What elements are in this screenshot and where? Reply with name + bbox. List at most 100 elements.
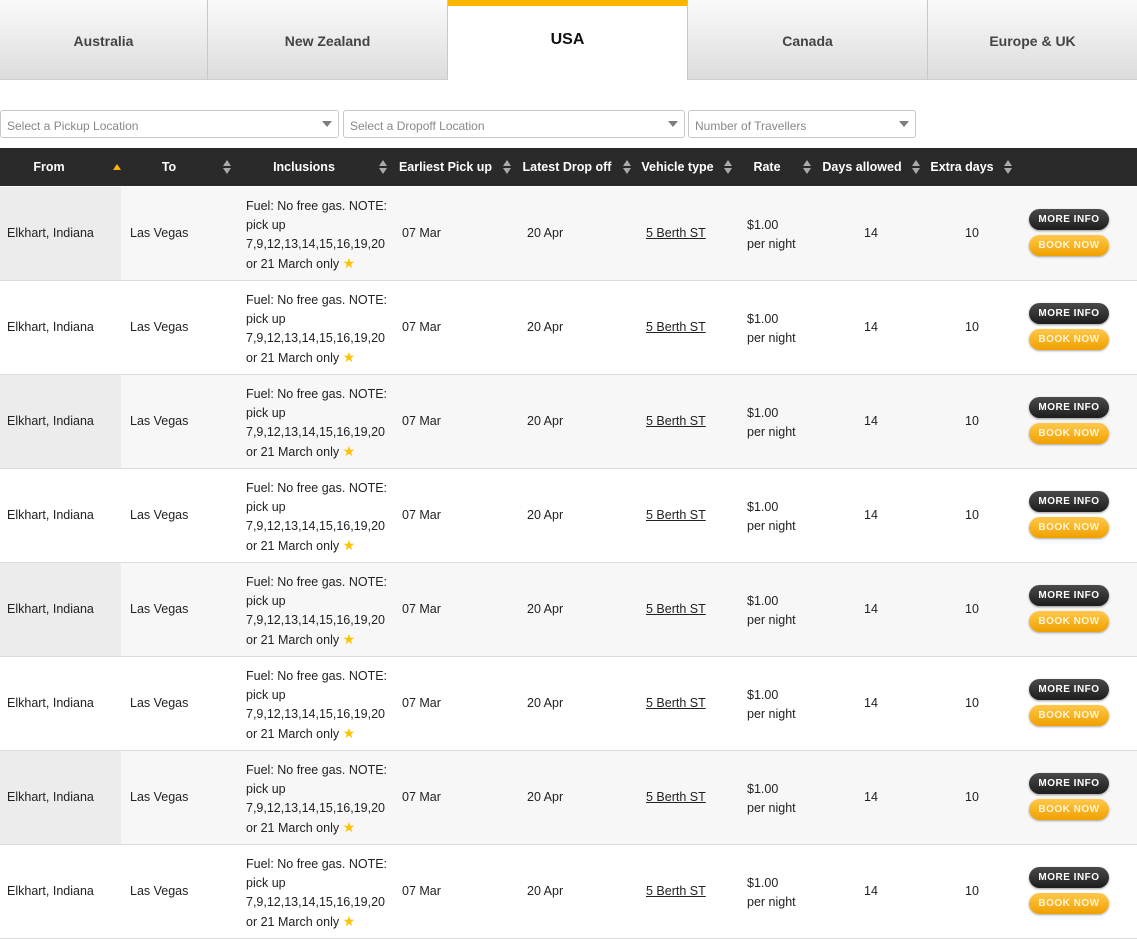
inclusions-text: Fuel: No free gas. NOTE: pick up 7,9,12,…: [246, 763, 388, 835]
days-allowed: 14: [864, 226, 878, 240]
column-header-rate[interactable]: Rate: [745, 148, 789, 186]
book-now-button[interactable]: BOOK NOW: [1029, 423, 1109, 444]
column-header-latest-dropoff[interactable]: Latest Drop off: [521, 148, 613, 186]
column-header-extra-days[interactable]: Extra days: [928, 148, 996, 186]
table-row: Elkhart, Indiana Las Vegas Fuel: No free g…: [0, 845, 1137, 939]
inclusions-cell: Fuel: No free gas. NOTE: pick up 7,9,12,…: [246, 479, 391, 556]
star-icon: ★: [342, 537, 356, 553]
book-now-button[interactable]: BOOK NOW: [1029, 329, 1109, 350]
sort-arrows-icon[interactable]: [724, 160, 733, 174]
tab-europe-uk[interactable]: Europe & UK: [928, 0, 1137, 80]
vehicle-type-link[interactable]: 5 Berth ST: [646, 320, 706, 334]
tab-australia[interactable]: Australia: [0, 0, 208, 80]
column-header-from[interactable]: From: [0, 148, 98, 186]
book-now-button[interactable]: BOOK NOW: [1029, 517, 1109, 538]
vehicle-type-link[interactable]: 5 Berth ST: [646, 790, 706, 804]
rate-unit: per night: [747, 613, 796, 627]
inclusions-text: Fuel: No free gas. NOTE: pick up 7,9,12,…: [246, 669, 388, 741]
earliest-pickup: 07 Mar: [402, 508, 441, 522]
rate-cell: $1.00 per night: [747, 686, 796, 724]
inclusions-cell: Fuel: No free gas. NOTE: pick up 7,9,12,…: [246, 385, 391, 462]
sort-arrows-icon[interactable]: [503, 160, 512, 174]
book-now-button[interactable]: BOOK NOW: [1029, 611, 1109, 632]
inclusions-text: Fuel: No free gas. NOTE: pick up 7,9,12,…: [246, 293, 388, 365]
inclusions-text: Fuel: No free gas. NOTE: pick up 7,9,12,…: [246, 199, 388, 271]
rate-value: $1.00: [747, 312, 779, 326]
rate-value: $1.00: [747, 594, 779, 608]
more-info-button[interactable]: MORE INFO: [1029, 773, 1109, 794]
rate-unit: per night: [747, 237, 796, 251]
pickup-location-select[interactable]: Select a Pickup Location: [0, 110, 339, 138]
star-icon: ★: [342, 913, 356, 929]
sort-arrows-icon[interactable]: [623, 160, 632, 174]
tab-usa[interactable]: USA: [448, 0, 688, 80]
column-header-to[interactable]: To: [135, 148, 203, 186]
extra-days: 10: [965, 884, 979, 898]
rate-unit: per night: [747, 895, 796, 909]
star-icon: ★: [342, 725, 356, 741]
from-location: Elkhart, Indiana: [7, 226, 94, 240]
more-info-button[interactable]: MORE INFO: [1029, 209, 1109, 230]
vehicle-type-link[interactable]: 5 Berth ST: [646, 602, 706, 616]
earliest-pickup: 07 Mar: [402, 320, 441, 334]
more-info-button[interactable]: MORE INFO: [1029, 397, 1109, 418]
from-location: Elkhart, Indiana: [7, 414, 94, 428]
latest-dropoff: 20 Apr: [527, 884, 564, 898]
more-info-button[interactable]: MORE INFO: [1029, 867, 1109, 888]
sort-arrows-icon[interactable]: [223, 160, 232, 174]
column-header-earliest-pickup[interactable]: Earliest Pick up: [397, 148, 494, 186]
more-info-button[interactable]: MORE INFO: [1029, 585, 1109, 606]
sort-arrows-icon[interactable]: [379, 160, 388, 174]
table-row: Elkhart, Indiana Las Vegas Fuel: No free g…: [0, 751, 1137, 845]
latest-dropoff: 20 Apr: [527, 226, 564, 240]
from-location: Elkhart, Indiana: [7, 602, 94, 616]
latest-dropoff: 20 Apr: [527, 602, 564, 616]
dropoff-location-select[interactable]: Select a Dropoff Location: [343, 110, 685, 138]
from-location: Elkhart, Indiana: [7, 884, 94, 898]
rate-unit: per night: [747, 801, 796, 815]
book-now-button[interactable]: BOOK NOW: [1029, 893, 1109, 914]
tab-new-zealand[interactable]: New Zealand: [208, 0, 448, 80]
travellers-select[interactable]: Number of Travellers: [688, 110, 916, 138]
to-location: Las Vegas: [130, 320, 189, 334]
book-now-button[interactable]: BOOK NOW: [1029, 799, 1109, 820]
star-icon: ★: [342, 443, 356, 459]
rate-unit: per night: [747, 519, 796, 533]
more-info-button[interactable]: MORE INFO: [1029, 303, 1109, 324]
book-now-button[interactable]: BOOK NOW: [1029, 705, 1109, 726]
chevron-down-icon: [668, 121, 678, 127]
inclusions-cell: Fuel: No free gas. NOTE: pick up 7,9,12,…: [246, 197, 391, 274]
more-info-button[interactable]: MORE INFO: [1029, 491, 1109, 512]
column-header-days-allowed[interactable]: Days allowed: [820, 148, 904, 186]
table-row: Elkhart, Indiana Las Vegas Fuel: No free g…: [0, 281, 1137, 375]
sort-arrows-icon[interactable]: [1004, 160, 1013, 174]
sort-arrows-icon[interactable]: [912, 160, 921, 174]
latest-dropoff: 20 Apr: [527, 414, 564, 428]
rate-value: $1.00: [747, 500, 779, 514]
rate-cell: $1.00 per night: [747, 780, 796, 818]
table-row: Elkhart, Indiana Las Vegas Fuel: No free g…: [0, 375, 1137, 469]
column-header-vehicle-type[interactable]: Vehicle type: [640, 148, 715, 186]
latest-dropoff: 20 Apr: [527, 790, 564, 804]
inclusions-text: Fuel: No free gas. NOTE: pick up 7,9,12,…: [246, 575, 388, 647]
more-info-button[interactable]: MORE INFO: [1029, 679, 1109, 700]
days-allowed: 14: [864, 320, 878, 334]
vehicle-type-link[interactable]: 5 Berth ST: [646, 508, 706, 522]
latest-dropoff: 20 Apr: [527, 508, 564, 522]
earliest-pickup: 07 Mar: [402, 414, 441, 428]
vehicle-type-link[interactable]: 5 Berth ST: [646, 226, 706, 240]
from-location: Elkhart, Indiana: [7, 696, 94, 710]
extra-days: 10: [965, 226, 979, 240]
tab-canada[interactable]: Canada: [688, 0, 928, 80]
sort-arrows-icon[interactable]: [803, 160, 812, 174]
book-now-button[interactable]: BOOK NOW: [1029, 235, 1109, 256]
table-row: Elkhart, Indiana Las Vegas Fuel: No free g…: [0, 187, 1137, 281]
days-allowed: 14: [864, 508, 878, 522]
vehicle-type-link[interactable]: 5 Berth ST: [646, 696, 706, 710]
column-header-inclusions[interactable]: Inclusions: [255, 148, 353, 186]
sort-arrows-icon[interactable]: [113, 160, 122, 174]
vehicle-type-link[interactable]: 5 Berth ST: [646, 884, 706, 898]
filter-bar: Select a Pickup Location Select a Dropof…: [0, 80, 1137, 148]
vehicle-type-link[interactable]: 5 Berth ST: [646, 414, 706, 428]
rate-cell: $1.00 per night: [747, 498, 796, 536]
